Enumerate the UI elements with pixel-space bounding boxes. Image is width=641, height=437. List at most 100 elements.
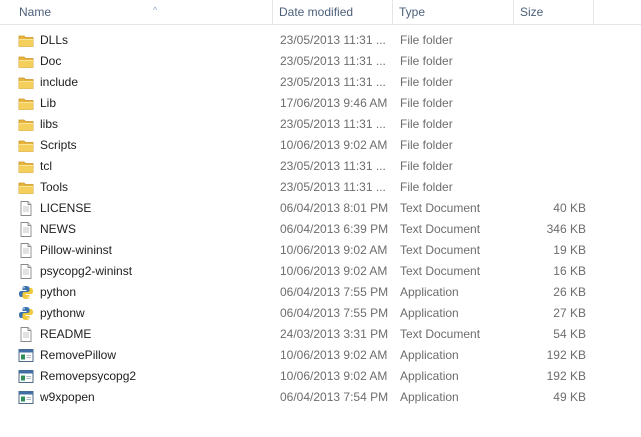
column-header-size[interactable]: Size [514, 0, 594, 24]
file-row[interactable]: Doc 23/05/2013 11:31 ... File folder [0, 51, 641, 72]
file-icon-cell [18, 156, 36, 177]
file-icon-cell [18, 387, 36, 408]
application-icon [18, 348, 34, 363]
text-document-icon [18, 201, 34, 216]
file-type: Text Document [400, 201, 481, 215]
file-row[interactable]: python 06/04/2013 7:55 PM Application 26 KB [0, 282, 641, 303]
text-document-icon [18, 264, 34, 279]
file-icon-cell [18, 135, 36, 156]
file-type: Text Document [400, 222, 481, 236]
file-type: File folder [400, 75, 453, 89]
file-size [514, 72, 586, 93]
file-date-modified: 10/06/2013 9:02 AM [280, 369, 388, 383]
file-date-modified: 23/05/2013 11:31 ... [280, 159, 386, 173]
column-header-date-modified[interactable]: Date modified [273, 0, 393, 24]
file-name: README [40, 327, 92, 341]
file-name: libs [40, 117, 59, 131]
file-type: Application [400, 390, 459, 404]
file-size [514, 156, 586, 177]
file-date-modified: 23/05/2013 11:31 ... [280, 117, 386, 131]
file-icon-cell [18, 240, 36, 261]
file-icon-cell [18, 282, 36, 303]
file-date-modified: 23/05/2013 11:31 ... [280, 75, 386, 89]
folder-icon [18, 33, 34, 48]
file-icon-cell [18, 198, 36, 219]
file-row[interactable]: pythonw 06/04/2013 7:55 PM Application 27 K… [0, 303, 641, 324]
file-size [514, 114, 586, 135]
file-name: DLLs [40, 33, 69, 47]
file-name: LICENSE [40, 201, 92, 215]
file-row[interactable]: README 24/03/2013 3:31 PM Text Document 54 … [0, 324, 641, 345]
file-icon-cell [18, 177, 36, 198]
file-date-modified: 10/06/2013 9:02 AM [280, 264, 388, 278]
file-row[interactable]: DLLs 23/05/2013 11:31 ... File folder [0, 30, 641, 51]
file-row[interactable]: Scripts 10/06/2013 9:02 AM File folder [0, 135, 641, 156]
application-icon [18, 369, 34, 384]
file-type: File folder [400, 180, 453, 194]
column-header-name[interactable]: Name ^ [13, 0, 273, 24]
file-row[interactable]: tcl 23/05/2013 11:31 ... File folder [0, 156, 641, 177]
folder-icon [18, 54, 34, 69]
file-row[interactable]: include 23/05/2013 11:31 ... File folder [0, 72, 641, 93]
application-icon [18, 390, 34, 405]
file-name: Pillow-wininst [40, 243, 113, 257]
file-row[interactable]: libs 23/05/2013 11:31 ... File folder [0, 114, 641, 135]
folder-icon [18, 96, 34, 111]
file-icon-cell [18, 30, 36, 51]
file-icon-cell [18, 72, 36, 93]
file-date-modified: 06/04/2013 7:55 PM [280, 285, 389, 299]
file-date-modified: 10/06/2013 9:02 AM [280, 138, 388, 152]
column-header-size-label: Size [520, 5, 544, 19]
folder-icon [18, 159, 34, 174]
file-name: Doc [40, 54, 62, 68]
python-icon [18, 285, 34, 300]
sort-ascending-icon: ^ [153, 5, 158, 15]
file-size: 192 KB [546, 348, 586, 362]
file-type: File folder [400, 138, 453, 152]
file-row[interactable]: Pillow-wininst 10/06/2013 9:02 AM Text Doc… [0, 240, 641, 261]
file-name: python [40, 285, 77, 299]
file-name: Lib [40, 96, 57, 110]
file-size: 346 KB [546, 222, 586, 236]
file-date-modified: 23/05/2013 11:31 ... [280, 54, 386, 68]
column-header-type[interactable]: Type [393, 0, 514, 24]
file-date-modified: 06/04/2013 7:55 PM [280, 306, 389, 320]
file-name: RemovePillow [40, 348, 117, 362]
file-icon-cell [18, 51, 36, 72]
file-row[interactable]: LICENSE 06/04/2013 8:01 PM Text Document 40… [0, 198, 641, 219]
file-icon-cell [18, 345, 36, 366]
file-size: 26 KB [553, 285, 586, 299]
file-row[interactable]: w9xpopen 06/04/2013 7:54 PM Application 49 … [0, 387, 641, 408]
file-icon-cell [18, 366, 36, 387]
text-document-icon [18, 222, 34, 237]
folder-icon [18, 75, 34, 90]
file-name: Tools [40, 180, 69, 194]
file-name: pythonw [40, 306, 85, 320]
file-size: 49 KB [553, 390, 586, 404]
file-size: 40 KB [553, 201, 586, 215]
file-type: Application [400, 306, 459, 320]
file-row[interactable]: psycopg2-wininst 10/06/2013 9:02 AM Text D… [0, 261, 641, 282]
file-type: File folder [400, 117, 453, 131]
file-icon-cell [18, 261, 36, 282]
file-name: NEWS [40, 222, 76, 236]
file-list: DLLs 23/05/2013 11:31 ... File folder Doc 23… [0, 30, 641, 408]
file-date-modified: 24/03/2013 3:31 PM [280, 327, 389, 341]
file-date-modified: 06/04/2013 6:39 PM [280, 222, 389, 236]
file-size [514, 135, 586, 156]
file-date-modified: 17/06/2013 9:46 AM [280, 96, 388, 110]
file-size: 27 KB [553, 306, 586, 320]
file-row[interactable]: Lib 17/06/2013 9:46 AM File folder [0, 93, 641, 114]
file-name: tcl [40, 159, 52, 173]
file-size [514, 177, 586, 198]
file-row[interactable]: NEWS 06/04/2013 6:39 PM Text Document 346 K… [0, 219, 641, 240]
python-icon [18, 306, 34, 321]
file-type: File folder [400, 96, 453, 110]
file-row[interactable]: Removepsycopg2 10/06/2013 9:02 AM Applicat… [0, 366, 641, 387]
file-icon-cell [18, 114, 36, 135]
file-date-modified: 23/05/2013 11:31 ... [280, 180, 386, 194]
file-row[interactable]: Tools 23/05/2013 11:31 ... File folder [0, 177, 641, 198]
folder-icon [18, 117, 34, 132]
file-row[interactable]: RemovePillow 10/06/2013 9:02 AM Applicatio… [0, 345, 641, 366]
file-icon-cell [18, 93, 36, 114]
